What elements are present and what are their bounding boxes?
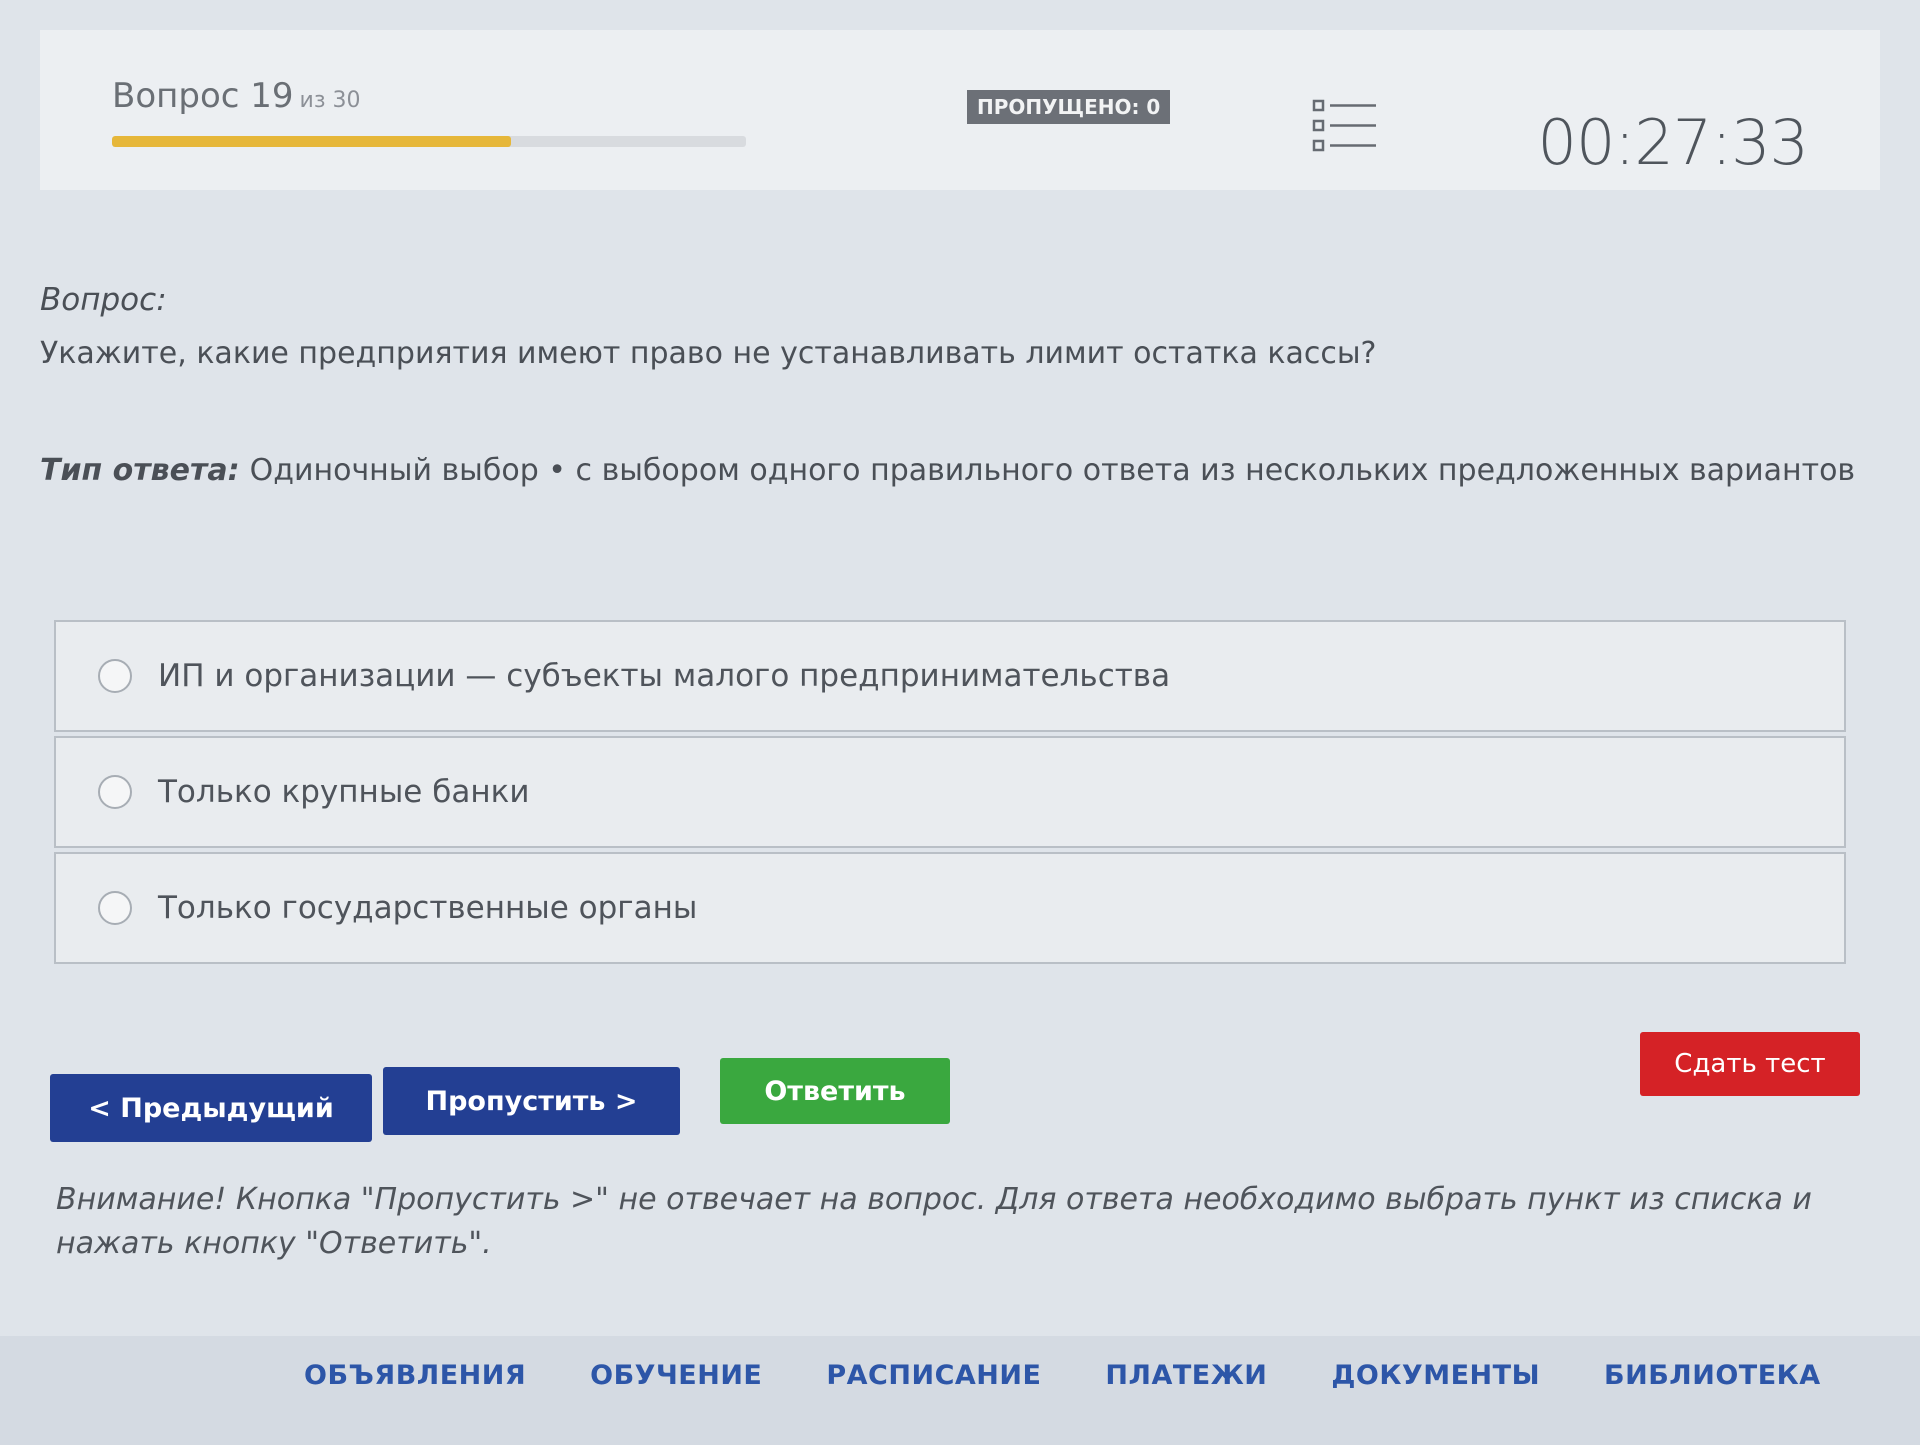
answer-type-text: Одиночный выбор • с выбором одного прави… <box>249 453 1856 488</box>
answer-button[interactable]: Ответить <box>720 1058 950 1124</box>
nav-item-announcements[interactable]: ОБЪЯВЛЕНИЯ <box>304 1360 526 1391</box>
answer-type-label: Тип ответа: <box>40 453 240 488</box>
radio-button[interactable] <box>98 891 132 925</box>
timer: 00:27:33 <box>1537 106 1809 179</box>
radio-button[interactable] <box>98 659 132 693</box>
submit-test-button[interactable]: Сдать тест <box>1640 1032 1860 1096</box>
progress-bar <box>112 136 746 147</box>
question-number: Вопрос 19 <box>112 76 294 116</box>
answer-options: ИП и организации — субъекты малого предп… <box>54 620 1846 968</box>
answer-option[interactable]: Только государственные органы <box>54 852 1846 964</box>
question-list-icon[interactable] <box>1312 98 1378 154</box>
question-label: Вопрос: <box>40 282 167 318</box>
answer-option[interactable]: ИП и организации — субъекты малого предп… <box>54 620 1846 732</box>
nav-item-library[interactable]: БИБЛИОТЕКА <box>1604 1360 1821 1391</box>
answer-option-label: Только государственные органы <box>158 890 698 926</box>
answer-option-label: ИП и организации — субъекты малого предп… <box>158 658 1171 694</box>
previous-button[interactable]: < Предыдущий <box>50 1074 372 1142</box>
nav-item-learning[interactable]: ОБУЧЕНИЕ <box>590 1360 762 1391</box>
question-total: из 30 <box>299 88 361 113</box>
test-header: Вопрос 19 из 30 ПРОПУЩЕНО: 0 00:27:33 <box>40 30 1880 190</box>
skip-button[interactable]: Пропустить > <box>383 1067 680 1135</box>
footer-nav-bar: ОБЪЯВЛЕНИЯ ОБУЧЕНИЕ РАСПИСАНИЕ ПЛАТЕЖИ Д… <box>0 1336 1920 1445</box>
footer-nav: ОБЪЯВЛЕНИЯ ОБУЧЕНИЕ РАСПИСАНИЕ ПЛАТЕЖИ Д… <box>304 1360 1821 1391</box>
question-counter: Вопрос 19 из 30 <box>112 76 361 116</box>
progress-bar-fill <box>112 136 512 147</box>
question-text: Укажите, какие предприятия имеют право н… <box>40 336 1377 371</box>
answer-type: Тип ответа: Одиночный выбор • с выбором о… <box>40 453 1855 488</box>
warning-notice: Внимание! Кнопка "Пропустить >" не отвеч… <box>56 1182 1812 1261</box>
nav-item-documents[interactable]: ДОКУМЕНТЫ <box>1331 1360 1540 1391</box>
skipped-badge: ПРОПУЩЕНО: 0 <box>967 90 1171 124</box>
answer-option[interactable]: Только крупные банки <box>54 736 1846 848</box>
nav-item-schedule[interactable]: РАСПИСАНИЕ <box>826 1360 1041 1391</box>
radio-button[interactable] <box>98 775 132 809</box>
answer-option-label: Только крупные банки <box>158 774 530 810</box>
nav-item-payments[interactable]: ПЛАТЕЖИ <box>1105 1360 1267 1391</box>
